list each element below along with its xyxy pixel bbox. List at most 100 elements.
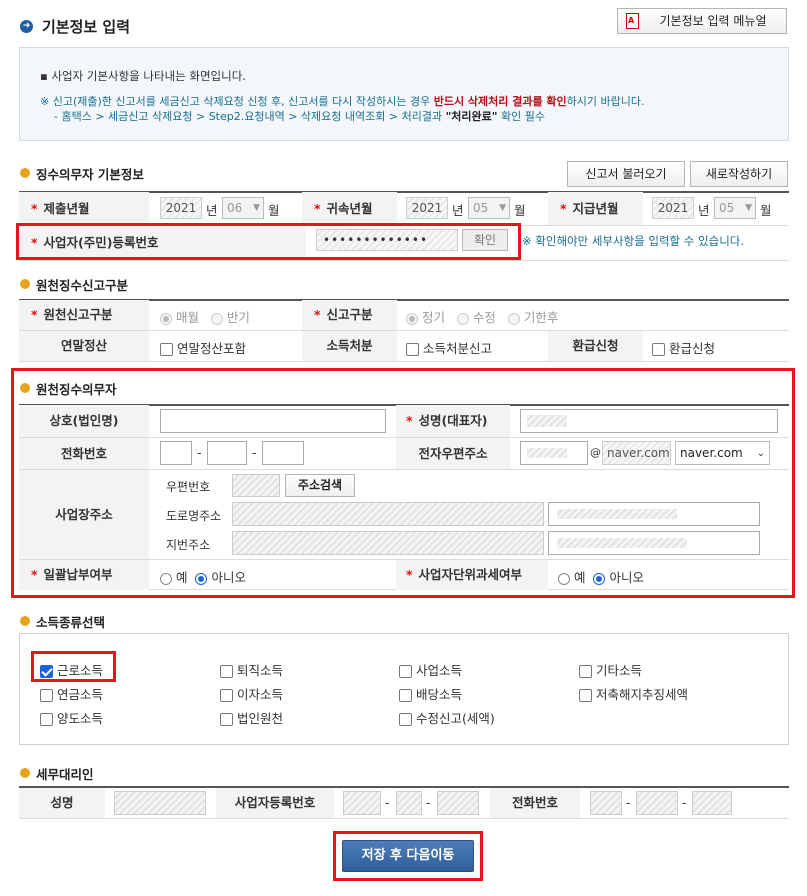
section-title-agent: 원천징수의무자: [36, 382, 117, 397]
manual-button[interactable]: A 기본정보 입력 메뉴얼: [617, 8, 787, 34]
tax-agent-biz-part-3-input[interactable]: [437, 791, 479, 815]
bulk-payment-label: * 일괄납부여부: [19, 560, 149, 590]
email-at: @: [590, 446, 601, 459]
income-checkbox-earned[interactable]: [40, 665, 53, 678]
tax-agent-phone-part-3-input[interactable]: [692, 791, 732, 815]
income-item: 사업소득: [399, 660, 462, 679]
section-title-tax-agent: 세무대리인: [36, 767, 94, 782]
tax-agent-name-input[interactable]: [114, 791, 206, 815]
ceo-name-input[interactable]: [520, 409, 778, 433]
tax-agent-name-label: 성명: [19, 788, 105, 818]
zip-label: 우편번호: [166, 480, 211, 494]
tax-agent-phone-part-2-input[interactable]: [636, 791, 678, 815]
blurred-value: [557, 538, 687, 548]
radio-late[interactable]: [507, 312, 520, 325]
report-kind-label: * 신고구분: [302, 300, 397, 330]
lot-address-input[interactable]: [232, 531, 544, 555]
income-checkbox-dividend[interactable]: [399, 689, 412, 702]
income-checkbox-transfer[interactable]: [40, 713, 53, 726]
tax-agent-phone-part-1-input[interactable]: [590, 791, 622, 815]
income-item: 퇴직소득: [220, 660, 283, 679]
radio-bulk-yes[interactable]: [160, 572, 172, 585]
ceo-name-label: * 성명(대표자): [396, 405, 510, 437]
radio-unit-no[interactable]: [593, 572, 606, 585]
info-box: ▪ 사업자 기본사항을 나타내는 화면입니다. ※ 신고(제출)한 신고서를 세…: [19, 47, 789, 141]
road-address-input[interactable]: [232, 502, 544, 526]
income-item: 법인원천: [220, 708, 283, 727]
report-type-label: * 원천신고구분: [19, 300, 149, 330]
new-write-button[interactable]: 새로작성하기: [690, 161, 788, 187]
income-disposal-checkbox[interactable]: [406, 343, 419, 356]
save-next-button[interactable]: 저장 후 다음이동: [342, 840, 474, 872]
radio-amend[interactable]: [456, 312, 469, 325]
email-domain-select[interactable]: naver.com ⌄: [675, 441, 770, 465]
phone-part-2-input[interactable]: [207, 441, 247, 465]
section-bullet-icon: [20, 383, 30, 393]
chevron-down-icon: ▼: [499, 203, 506, 213]
company-name-input[interactable]: [160, 409, 386, 433]
address-search-button[interactable]: 주소검색: [285, 474, 355, 497]
pay-year-field[interactable]: 2021: [652, 197, 694, 219]
belong-year-field[interactable]: 2021: [406, 197, 448, 219]
income-item: 저축해지추징세액: [579, 684, 688, 703]
radio-half-year[interactable]: [210, 312, 223, 325]
income-disposal-checkbox-group: 소득처분신고: [406, 338, 492, 357]
load-report-button[interactable]: 신고서 불러오기: [567, 161, 685, 187]
bulk-payment-radios: 예 아니오: [160, 567, 246, 586]
yearend-checkbox[interactable]: [160, 343, 173, 356]
income-item: 수정신고(세액): [399, 708, 495, 727]
phone-dash: -: [626, 795, 631, 810]
income-checkbox-business[interactable]: [399, 665, 412, 678]
manual-button-label: 기본정보 입력 메뉴얼: [659, 14, 767, 28]
income-checkbox-amended-tax[interactable]: [399, 713, 412, 726]
section-title-withholding-basic: 징수의무자 기본정보: [36, 167, 144, 182]
unit-tax-radios: 예 아니오: [558, 567, 644, 586]
radio-monthly[interactable]: [160, 312, 172, 325]
income-checkbox-savings-penalty[interactable]: [579, 689, 592, 702]
pay-month-select[interactable]: 05 ▼: [714, 197, 756, 219]
radio-regular[interactable]: [406, 312, 418, 325]
income-checkbox-other[interactable]: [579, 665, 592, 678]
road-address-detail-input[interactable]: [548, 502, 760, 526]
section-title-income-types: 소득종류선택: [36, 615, 106, 630]
phone-dash: -: [682, 795, 687, 810]
radio-bulk-no[interactable]: [195, 572, 208, 585]
income-checkbox-retirement[interactable]: [220, 665, 233, 678]
tax-agent-biz-part-2-input[interactable]: [396, 791, 422, 815]
zip-input[interactable]: [232, 474, 280, 497]
belong-month-select[interactable]: 05 ▼: [468, 197, 510, 219]
refund-checkbox-group: 환급신청: [652, 338, 715, 357]
info-line-2: ※ 신고(제출)한 신고서를 세금신고 삭제요청 신청 후, 신고서를 다시 작…: [40, 95, 645, 108]
phone-dash: -: [252, 445, 257, 460]
radio-unit-yes[interactable]: [558, 572, 570, 585]
page-title: 기본정보 입력: [42, 18, 131, 36]
pay-date-label: * 지급년월: [548, 192, 643, 225]
income-item: 기타소득: [579, 660, 642, 679]
blurred-value: [527, 415, 567, 427]
tax-agent-biz-label: 사업자등록번호: [216, 788, 334, 818]
submit-year-field[interactable]: 2021: [160, 197, 202, 219]
income-checkbox-corporate[interactable]: [220, 713, 233, 726]
income-checkbox-pension[interactable]: [40, 689, 53, 702]
email-id-input[interactable]: [520, 441, 588, 465]
email-domain-input[interactable]: naver.com: [602, 441, 671, 465]
submit-month-select[interactable]: 06 ▼: [222, 197, 264, 219]
chevron-down-icon: ⌄: [756, 448, 765, 459]
submit-date-label: * 제출년월: [19, 192, 149, 225]
pdf-icon: A: [626, 13, 639, 29]
lot-address-detail-input[interactable]: [548, 531, 760, 555]
refund-checkbox[interactable]: [652, 343, 665, 356]
phone-part-3-input[interactable]: [262, 441, 304, 465]
info-line-1: ▪ 사업자 기본사항을 나타내는 화면입니다.: [40, 69, 246, 83]
yearend-checkbox-group: 연말정산포함: [160, 338, 246, 357]
yearend-label: 연말정산: [19, 331, 149, 361]
unit-tax-label: * 사업자단위과세여부: [396, 560, 548, 590]
phone-part-1-input[interactable]: [160, 441, 192, 465]
income-checkbox-interest[interactable]: [220, 689, 233, 702]
belong-date-label: * 귀속년월: [302, 192, 397, 225]
blurred-value: [557, 509, 677, 519]
belong-month-unit: 월: [514, 203, 526, 218]
pay-month-unit: 월: [760, 203, 772, 218]
tax-agent-biz-part-1-input[interactable]: [343, 791, 381, 815]
chevron-down-icon: ▼: [745, 203, 752, 213]
